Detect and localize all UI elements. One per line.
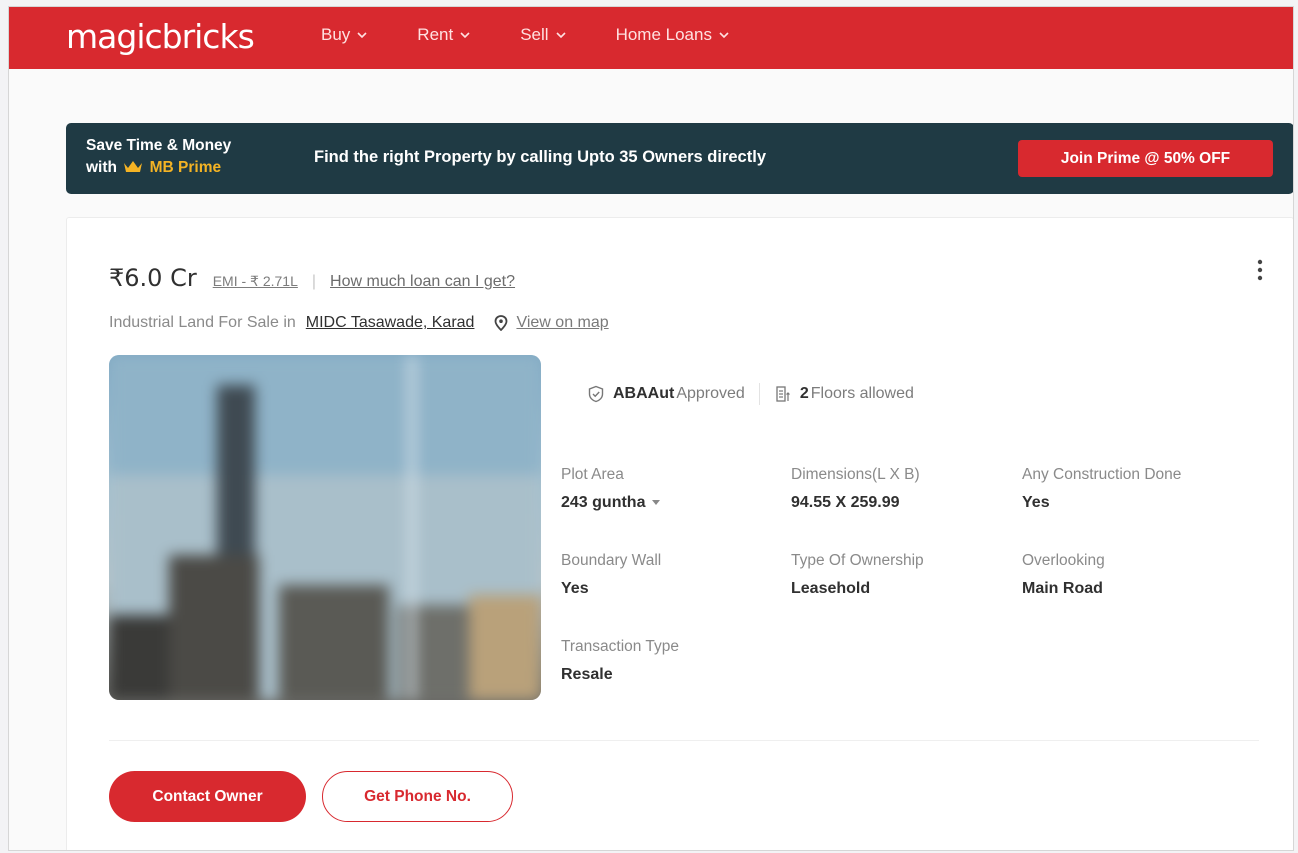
spec-value: 94.55 X 259.99 xyxy=(791,494,900,511)
get-phone-button[interactable]: Get Phone No. xyxy=(322,771,513,822)
chevron-down-icon xyxy=(460,32,470,39)
price-separator: | xyxy=(311,273,317,290)
spec-overlooking: Overlooking Main Road xyxy=(1022,552,1105,598)
badge-divider xyxy=(758,383,760,405)
price-row: ₹6.0 Cr EMI - ₹ 2.71L | How much loan ca… xyxy=(109,264,515,292)
spec-boundary-wall: Boundary Wall Yes xyxy=(561,552,661,598)
floors-text: Floors allowed xyxy=(810,385,914,402)
property-card: ₹6.0 Cr EMI - ₹ 2.71L | How much loan ca… xyxy=(66,217,1293,850)
nav-rent[interactable]: Rent xyxy=(417,25,471,45)
spec-value: Leasehold xyxy=(791,580,871,597)
plot-area-unit-selector[interactable]: 243 guntha xyxy=(561,494,661,512)
nav-sell[interactable]: Sell xyxy=(520,25,566,45)
blurred-cityscape-image xyxy=(109,355,541,700)
property-badges: ABAAut Approved 2 Floors allowed xyxy=(587,383,914,405)
prime-tagline-prefix: with xyxy=(86,159,117,176)
spec-label: Transaction Type xyxy=(561,638,680,655)
prime-brand: MB Prime xyxy=(149,159,222,176)
chevron-down-icon xyxy=(357,32,367,39)
main-nav: Buy Rent Sell Home Loans xyxy=(321,25,779,45)
prime-tagline: Save Time & Money with MB Prime xyxy=(86,135,231,179)
prime-tagline-line1: Save Time & Money xyxy=(86,137,232,154)
shield-check-icon xyxy=(588,385,604,403)
floors-badge: 2 Floors allowed xyxy=(774,385,914,403)
prime-message: Find the right Property by calling Upto … xyxy=(314,148,766,166)
spec-ownership: Type Of Ownership Leasehold xyxy=(791,552,924,598)
location-row: Industrial Land For Sale in MIDC Tasawad… xyxy=(109,314,609,332)
contact-owner-button[interactable]: Contact Owner xyxy=(109,771,306,822)
spec-plot-area: Plot Area 243 guntha xyxy=(561,466,661,512)
prime-tagline-line2: with MB Prime xyxy=(86,157,231,179)
spec-label: Overlooking xyxy=(1022,552,1105,569)
map-pin-icon xyxy=(495,315,508,331)
spec-value: Resale xyxy=(561,666,613,683)
card-divider xyxy=(109,740,1259,741)
spec-label: Plot Area xyxy=(561,466,624,483)
emi-link[interactable]: EMI - ₹ 2.71L xyxy=(213,273,298,290)
top-navigation-bar: magicbricks Buy Rent Sell Home Loans xyxy=(9,7,1293,69)
crown-icon xyxy=(124,161,143,172)
nav-home-loans[interactable]: Home Loans xyxy=(616,25,730,45)
mb-prime-banner: Save Time & Money with MB Prime Find the… xyxy=(66,123,1293,194)
approval-authority: ABAAut xyxy=(613,385,675,402)
spec-value: 243 guntha xyxy=(561,494,646,511)
caret-down-icon xyxy=(652,500,661,505)
chevron-down-icon xyxy=(719,32,729,39)
property-type-label: Industrial Land For Sale in xyxy=(109,314,296,331)
property-price: ₹6.0 Cr xyxy=(109,264,197,292)
loan-eligibility-link[interactable]: How much loan can I get? xyxy=(330,273,515,291)
spec-label: Any Construction Done xyxy=(1022,466,1182,483)
nav-buy[interactable]: Buy xyxy=(321,25,368,45)
nav-sell-label: Sell xyxy=(520,25,549,44)
nav-rent-label: Rent xyxy=(417,25,454,44)
join-prime-button[interactable]: Join Prime @ 50% OFF xyxy=(1018,140,1273,177)
spec-label: Type Of Ownership xyxy=(791,552,924,569)
spec-label: Dimensions(L X B) xyxy=(791,466,920,483)
property-photo[interactable] xyxy=(109,355,541,700)
chevron-down-icon xyxy=(556,32,566,39)
spec-value: Yes xyxy=(561,580,589,597)
spec-value: Yes xyxy=(1022,494,1050,511)
spec-transaction-type: Transaction Type Resale xyxy=(561,638,679,684)
magicbricks-logo[interactable]: magicbricks xyxy=(66,17,255,56)
spec-label: Boundary Wall xyxy=(561,552,662,569)
spec-construction-done: Any Construction Done Yes xyxy=(1022,466,1181,512)
floors-count: 2 xyxy=(799,385,809,402)
page-frame: magicbricks Buy Rent Sell Home Loans Sav… xyxy=(8,6,1294,851)
nav-buy-label: Buy xyxy=(321,25,351,44)
spec-value: Main Road xyxy=(1022,580,1103,597)
view-on-map-link[interactable]: View on map xyxy=(516,314,608,332)
approval-text: Approved xyxy=(676,385,745,402)
locality-link[interactable]: MIDC Tasawade, Karad xyxy=(306,314,475,332)
building-floors-icon xyxy=(776,386,790,402)
spec-dimensions: Dimensions(L X B) 94.55 X 259.99 xyxy=(791,466,920,512)
nav-home-loans-label: Home Loans xyxy=(615,25,712,44)
more-options-icon[interactable] xyxy=(1257,258,1263,282)
approval-badge: ABAAut Approved xyxy=(587,385,745,403)
